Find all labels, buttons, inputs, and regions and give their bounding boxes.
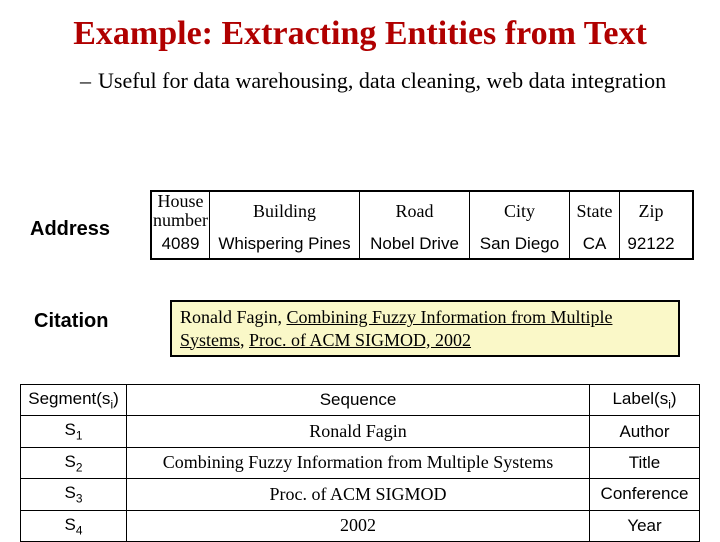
segment-id-prefix: S	[65, 483, 76, 502]
citation-label: Citation	[34, 310, 108, 333]
address-value-row: 4089 Whispering Pines Nobel Drive San Di…	[152, 230, 692, 258]
segment-id-prefix: S	[65, 420, 76, 439]
segment-sequence: Proc. of ACM SIGMOD	[127, 479, 590, 510]
segments-header-row: Segment(si) Sequence Label(si)	[21, 385, 700, 416]
citation-sep2: ,	[240, 330, 249, 350]
lbl-hdr-suffix: )	[671, 389, 677, 408]
seg-hdr-suffix: )	[113, 389, 119, 408]
segment-id-sub: 4	[76, 523, 83, 537]
bullet-line: –Useful for data warehousing, data clean…	[80, 67, 690, 95]
segment-label: Year	[590, 510, 700, 541]
segment-sequence: Combining Fuzzy Information from Multipl…	[127, 447, 590, 478]
segment-id-prefix: S	[65, 515, 76, 534]
slide-title: Example: Extracting Entities from Text	[30, 14, 690, 53]
segments-header-segment: Segment(si)	[21, 385, 127, 416]
address-header-state: State	[570, 192, 620, 230]
address-header-row: House number Building Road City State Zi…	[152, 192, 692, 230]
bullet-dash: –	[80, 67, 98, 95]
table-row: S1 Ronald Fagin Author	[21, 416, 700, 447]
address-value-road: Nobel Drive	[360, 230, 470, 258]
segment-id: S2	[21, 447, 127, 478]
address-label: Address	[30, 218, 110, 241]
segment-label: Author	[590, 416, 700, 447]
segment-id: S4	[21, 510, 127, 541]
address-value-building: Whispering Pines	[210, 230, 360, 258]
address-value-city: San Diego	[470, 230, 570, 258]
address-header-building: Building	[210, 192, 360, 230]
segment-label: Conference	[590, 479, 700, 510]
address-table: House number Building Road City State Zi…	[150, 190, 694, 260]
segment-id-prefix: S	[65, 452, 76, 471]
slide: Example: Extracting Entities from Text –…	[0, 0, 720, 540]
citation-sep1: ,	[278, 307, 287, 327]
address-header-zip: Zip	[620, 192, 682, 230]
address-value-zip: 92122	[620, 230, 682, 258]
lbl-hdr-prefix: Label(s	[612, 389, 668, 408]
segment-id: S1	[21, 416, 127, 447]
table-row: S2 Combining Fuzzy Information from Mult…	[21, 447, 700, 478]
segments-header-label: Label(si)	[590, 385, 700, 416]
segment-id: S3	[21, 479, 127, 510]
seg-hdr-prefix: Segment(s	[28, 389, 110, 408]
address-header-house-number: House number	[152, 192, 210, 230]
table-row: S3 Proc. of ACM SIGMOD Conference	[21, 479, 700, 510]
segment-sequence: Ronald Fagin	[127, 416, 590, 447]
address-header-road: Road	[360, 192, 470, 230]
bullet-text: Useful for data warehousing, data cleani…	[98, 68, 666, 93]
segments-table: Segment(si) Sequence Label(si) S1 Ronald…	[20, 384, 700, 542]
table-row: S4 2002 Year	[21, 510, 700, 541]
address-value-house-number: 4089	[152, 230, 210, 258]
segment-id-sub: 2	[76, 460, 83, 474]
citation-author: Ronald Fagin	[180, 307, 278, 327]
address-value-state: CA	[570, 230, 620, 258]
citation-box: Ronald Fagin, Combining Fuzzy Informatio…	[170, 300, 680, 357]
segments-header-sequence: Sequence	[127, 385, 590, 416]
citation-venue: Proc. of ACM SIGMOD, 2002	[249, 330, 471, 350]
segment-id-sub: 1	[76, 429, 83, 443]
segment-label: Title	[590, 447, 700, 478]
address-header-city: City	[470, 192, 570, 230]
segment-sequence: 2002	[127, 510, 590, 541]
segment-id-sub: 3	[76, 492, 83, 506]
